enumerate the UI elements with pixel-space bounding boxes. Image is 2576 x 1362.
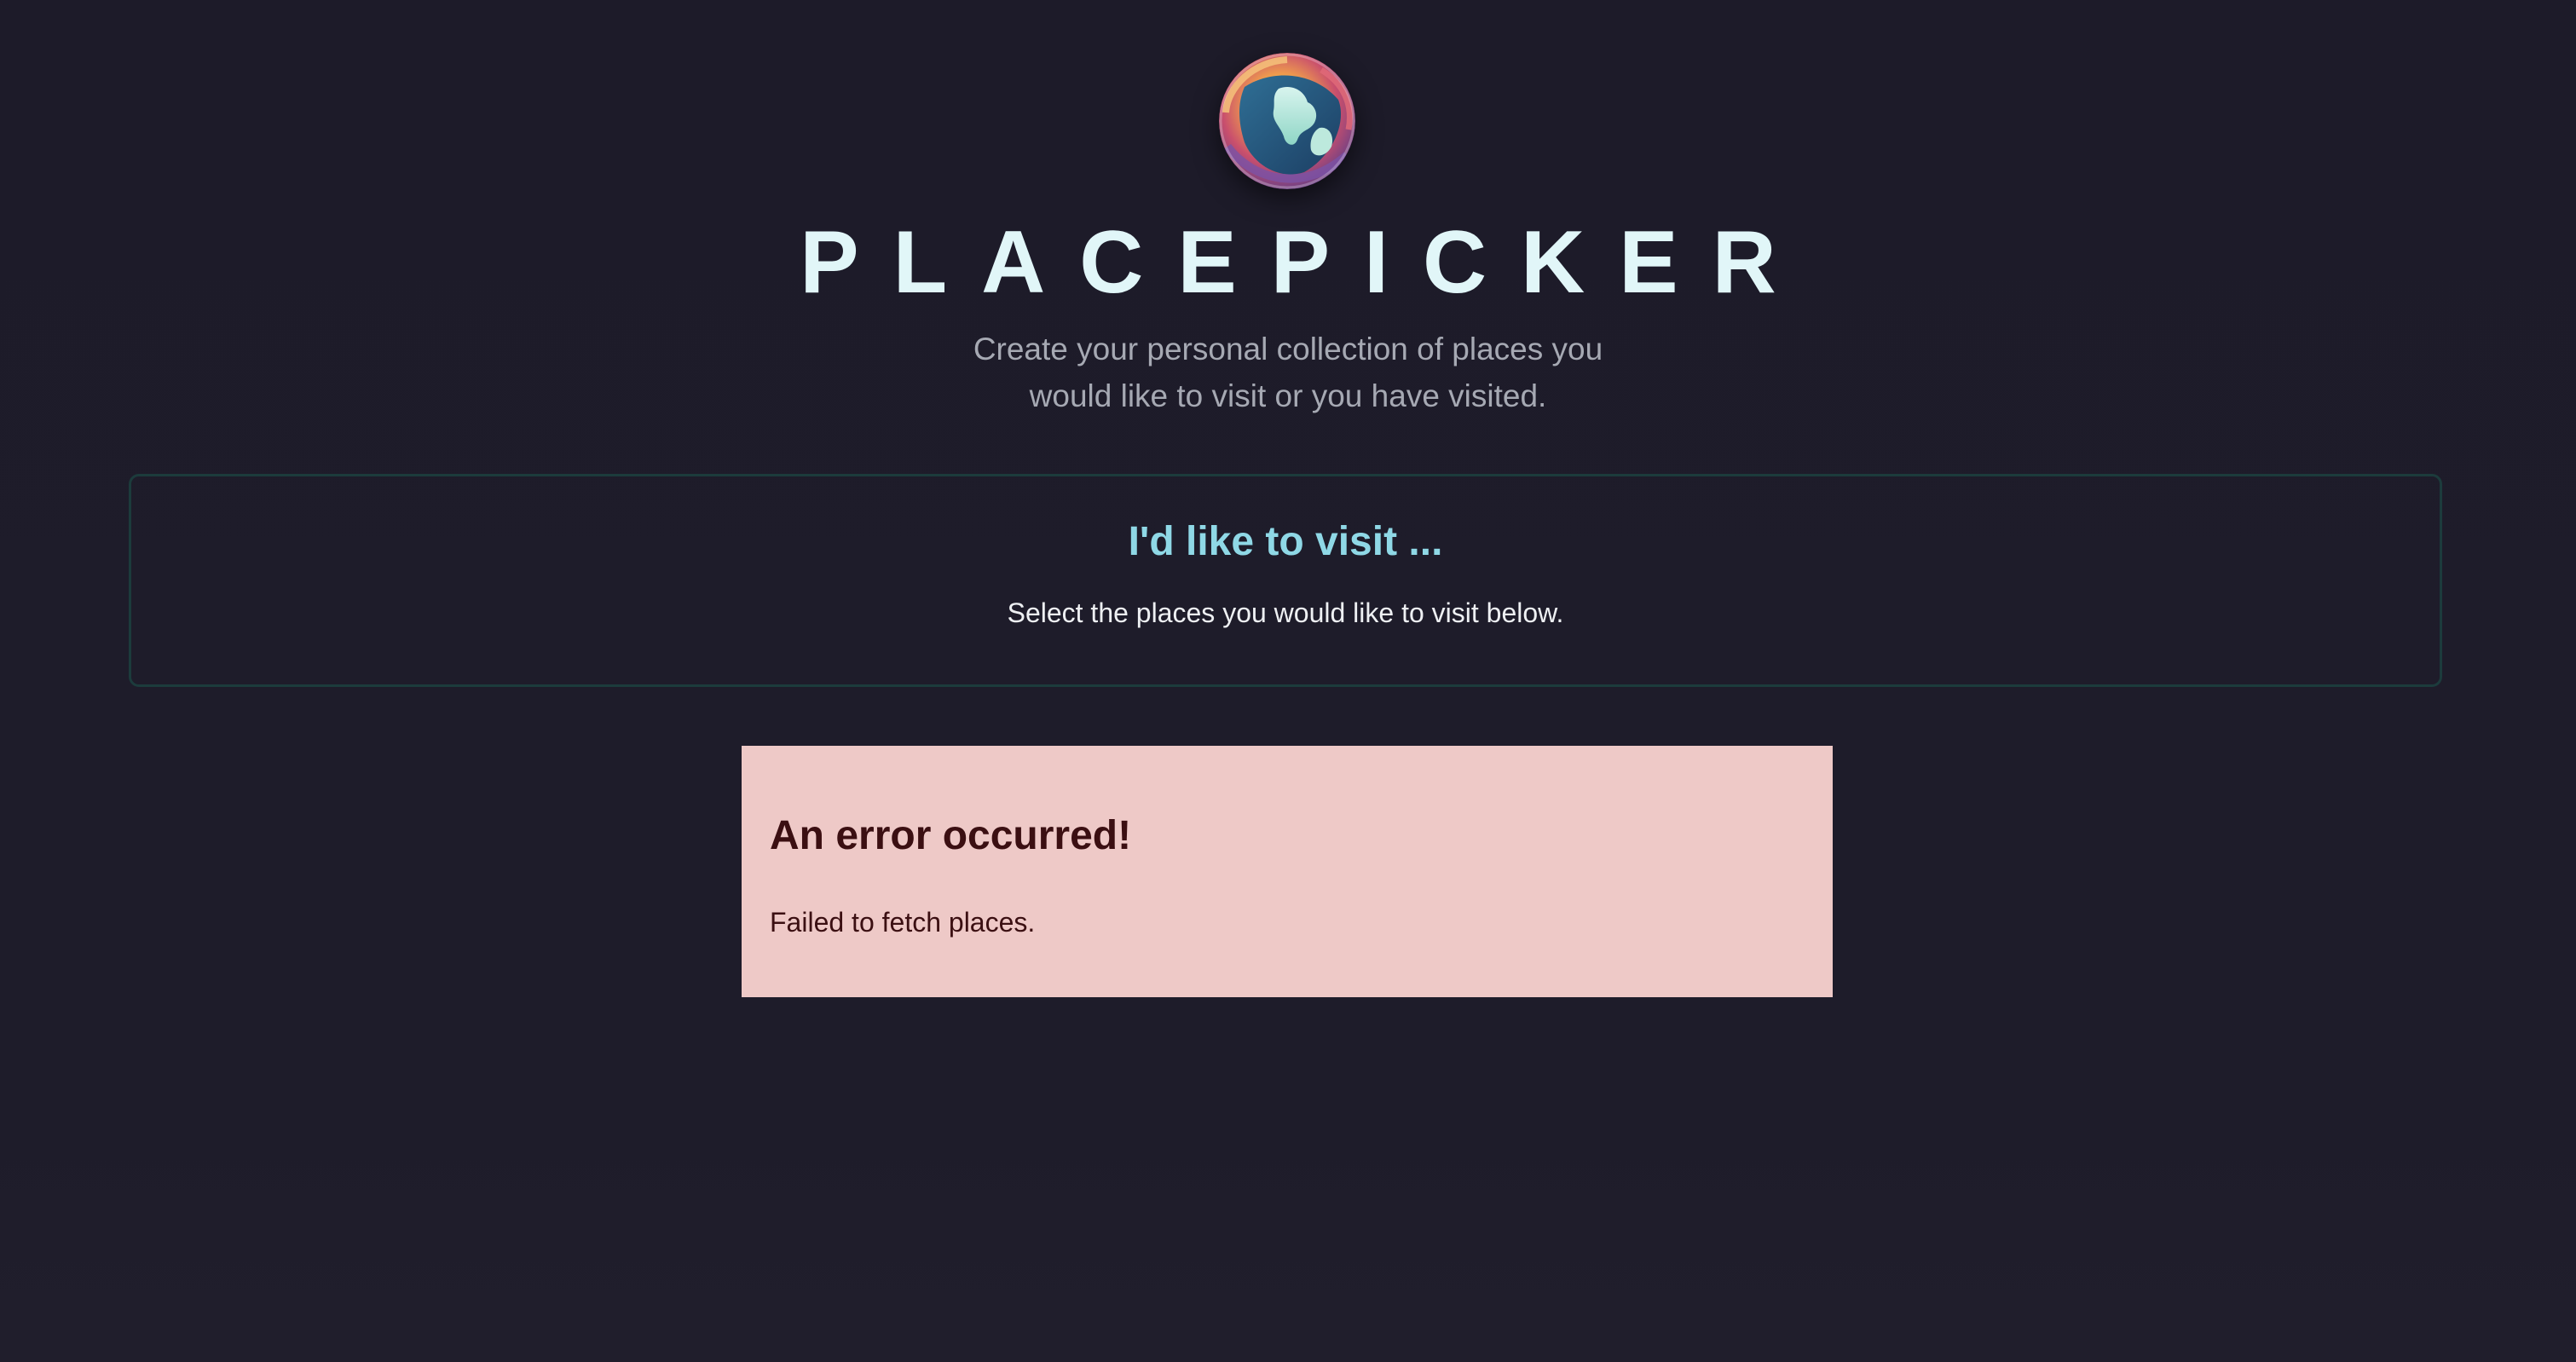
visit-places-section: I'd like to visit ... Select the places … (129, 474, 2442, 687)
section-fallback-text: Select the places you would like to visi… (1007, 597, 1564, 628)
globe-logo-icon (1219, 53, 1355, 189)
section-title: I'd like to visit ... (1128, 519, 1443, 564)
app-subtitle: Create your personal collection of place… (973, 332, 1603, 413)
error-title: An error occurred! (770, 813, 1132, 858)
error-message-box: An error occurred! Failed to fetch place… (742, 746, 1833, 997)
app-title: PLACEPICKER (800, 213, 1811, 312)
error-message: Failed to fetch places. (770, 907, 1036, 938)
